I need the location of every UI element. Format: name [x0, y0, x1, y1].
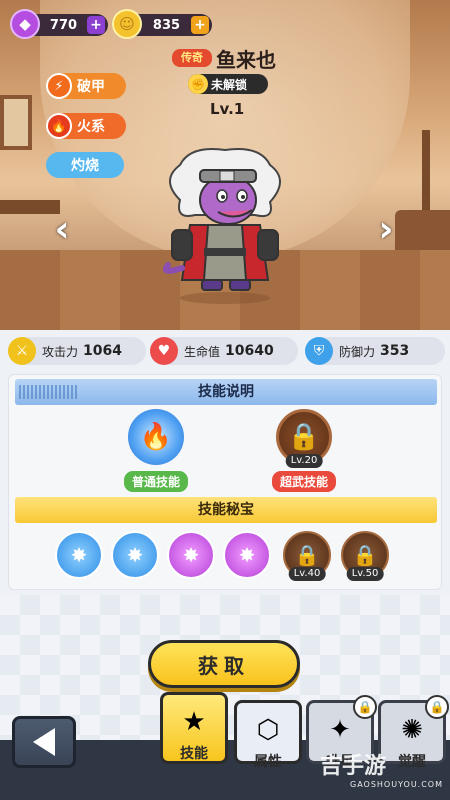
watermark-sub: GAOSHOUYOU.COM [350, 780, 444, 789]
ult-lock-level: Lv.20 [285, 454, 323, 468]
lock-icon: 🔒 [294, 543, 320, 567]
treasure-lock-level-2: Lv.50 [346, 567, 384, 581]
back-arrow-icon [33, 728, 55, 756]
gem-counter: ◆ 770 + [10, 9, 108, 39]
next-hero-arrow[interactable]: › [374, 212, 398, 248]
normal-skill[interactable]: 🔥 普通技能 [111, 409, 201, 499]
fist-icon: ✊ [188, 74, 208, 94]
shield-icon: ⛨ [305, 337, 333, 365]
hero-name: 鱼来也 [216, 48, 276, 72]
treasure-slot-purple-2[interactable]: ✸ [223, 531, 271, 579]
gem-icon: ◆ [10, 9, 40, 39]
skill-panel: 技能说明 🔥 普通技能 🔒 Lv.20 超武技能 技能秘宝 ✸ ✸ ✸ ✸ 🔒 … [8, 374, 442, 590]
normal-skill-label: 普通技能 [123, 471, 188, 492]
back-button[interactable] [12, 716, 76, 768]
lock-icon: 🔒 Lv.20 [276, 409, 332, 468]
blue-flame-icon: 🔥 [128, 409, 184, 465]
treasure-slot-locked-2[interactable]: 🔒 Lv.50 [341, 531, 389, 581]
wall-frame [0, 95, 32, 150]
add-gems-button[interactable]: + [87, 16, 105, 34]
treasure-slot-purple-1[interactable]: ✸ [167, 531, 215, 579]
tag-fire-element[interactable]: 🔥 火系 [46, 113, 126, 139]
defense-stat: ⛨ 防御力 353 [305, 337, 445, 365]
skill-treasure-header: 技能秘宝 [15, 497, 437, 523]
lock-icon: 🔒 [352, 543, 378, 567]
coin-value: 835 [152, 17, 181, 33]
attack-value: 1064 [83, 343, 122, 359]
hp-value: 10640 [225, 343, 274, 359]
armor-break-icon: ⚡ [46, 73, 72, 99]
prev-hero-arrow[interactable]: ‹ [50, 212, 74, 248]
tab-attributes-label: 属性 [254, 754, 282, 770]
tag-burn[interactable]: 灼烧 [46, 152, 124, 178]
treasure-slot-blue-1[interactable]: ✸ [55, 531, 103, 579]
tag-armor-break[interactable]: ⚡ 破甲 [46, 73, 126, 99]
skill-description-header: 技能说明 [15, 379, 437, 405]
unlock-status: ✊ 未解锁 [188, 74, 268, 94]
hp-stat: ♥ 生命值 10640 [150, 337, 298, 365]
ultimate-skill-label: 超武技能 [271, 471, 336, 492]
coin-icon: ☺ [112, 9, 142, 39]
rarity-badge: 传奇 [172, 49, 212, 67]
attack-stat: ⚔ 攻击力 1064 [8, 337, 146, 365]
add-coins-button[interactable]: + [191, 16, 209, 34]
coin-counter: ☺ 835 + [112, 9, 212, 39]
fire-icon: 🔥 [46, 113, 72, 139]
get-button[interactable]: 获取 [148, 640, 300, 688]
heart-icon: ♥ [150, 337, 178, 365]
lock-icon: 🔒 [353, 695, 377, 719]
treasure-lock-level-1: Lv.40 [288, 567, 326, 581]
watermark: 吉手游 GAOSHOUYOU.COM [320, 748, 443, 789]
tab-skill[interactable]: ★ 技能 [160, 692, 228, 764]
hero-character [162, 148, 281, 304]
ultimate-skill[interactable]: 🔒 Lv.20 超武技能 [259, 409, 349, 499]
defense-value: 353 [380, 343, 410, 359]
hero-level: Lv.1 [210, 100, 245, 118]
hexagon-icon: ⬡ [256, 715, 280, 745]
wall-post [422, 130, 430, 210]
gem-value: 770 [49, 17, 78, 33]
treasure-slot-blue-2[interactable]: ✸ [111, 531, 159, 579]
lock-icon: 🔒 [425, 695, 449, 719]
sword-icon: ⚔ [8, 337, 36, 365]
unlock-status-label: 未解锁 [211, 77, 248, 92]
attack-label: 攻击力 [42, 344, 79, 359]
tag-burn-label: 灼烧 [71, 158, 99, 174]
watermark-text: 吉手游 [320, 754, 387, 779]
hp-label: 生命值 [184, 344, 221, 359]
tab-attributes[interactable]: ⬡ 属性 [234, 700, 302, 770]
star-swirl-icon: ★ [182, 707, 206, 737]
defense-label: 防御力 [339, 344, 376, 359]
tab-skill-label: 技能 [180, 746, 208, 762]
tag-armor-label: 破甲 [77, 79, 105, 95]
tag-fire-label: 火系 [77, 119, 105, 135]
treasure-slot-locked-1[interactable]: 🔒 Lv.40 [283, 531, 331, 581]
